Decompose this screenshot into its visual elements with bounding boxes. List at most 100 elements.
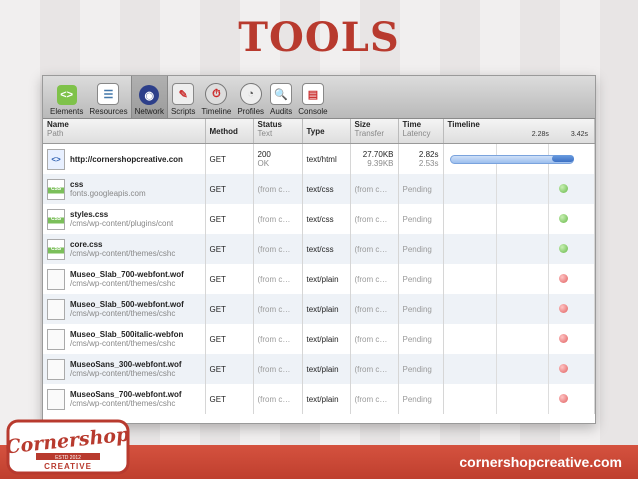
toolbar-profiles-button[interactable]: ◔ Profiles [234, 76, 267, 118]
timeline-icon: ⏱ [205, 83, 228, 105]
resource-name: core.css [70, 240, 103, 249]
status-error-icon [558, 334, 568, 343]
cell-timeline [443, 234, 595, 264]
cell-time: Pending [398, 324, 444, 354]
status-ok-icon [558, 184, 568, 193]
cell-name: CSS core.css/cms/wp-content/themes/cshc [43, 234, 206, 264]
audits-icon: 🔍 [270, 83, 293, 105]
cell-time: 2.82s 2.53s [398, 143, 444, 174]
table-row[interactable]: CSS css fonts.googleapis.com GET (from c… tex… [43, 174, 595, 204]
web-inspector-window: <> Elements ☰ Resources ◉ Network ✎ Scri… [42, 75, 596, 424]
table-row[interactable]: MuseoSans_700-webfont.wof/cms/wp-content… [43, 384, 595, 414]
cell-name: MuseoSans_700-webfont.wof/cms/wp-content… [43, 384, 206, 414]
cell-timeline [443, 143, 595, 174]
resource-name: MuseoSans_300-webfont.wof [70, 360, 182, 369]
cell-timeline [443, 384, 595, 414]
cell-type: text/plain [302, 354, 351, 384]
timeline-bar-fill [551, 155, 574, 162]
table-row[interactable]: Museo_Slab_500-webfont.wof/cms/wp-conten… [43, 294, 595, 324]
cell-status: (from c… [253, 264, 303, 294]
resource-name: styles.css [70, 210, 109, 219]
status-error-icon [558, 304, 568, 313]
profiles-icon: ◔ [239, 83, 262, 105]
toolbar-label: Elements [50, 107, 84, 116]
column-header-method[interactable]: Method [205, 119, 254, 144]
toolbar-label: Audits [270, 107, 293, 116]
css-file-icon: CSS [47, 208, 65, 230]
toolbar-label: Resources [89, 107, 128, 116]
cell-name: <> http://cornershopcreative.con [43, 143, 206, 174]
toolbar-scripts-button[interactable]: ✎ Scripts [168, 76, 198, 118]
cell-name: CSS styles.css/cms/wp-content/plugins/con… [43, 204, 206, 234]
resource-path: /cms/wp-content/themes/cshc [70, 399, 176, 408]
cell-type: text/css [302, 174, 351, 204]
table-row[interactable]: Museo_Slab_500italic-webfon/cms/wp-conte… [43, 324, 595, 354]
footer-url: cornershopcreative.com [459, 454, 622, 470]
cell-name: Museo_Slab_500-webfont.wof/cms/wp-conten… [43, 294, 206, 324]
cell-type: text/css [302, 204, 351, 234]
column-header-name[interactable]: Name Path [43, 119, 206, 144]
logo-est: ESTD 2012 [55, 455, 81, 461]
cell-time: Pending [398, 204, 444, 234]
file-icon [47, 298, 65, 320]
toolbar-timeline-button[interactable]: ⏱ Timeline [198, 76, 234, 118]
cell-size: (from c… [350, 294, 399, 324]
cell-type: text/plain [302, 294, 351, 324]
table-row[interactable]: <> http://cornershopcreative.con GET 200 OK t… [43, 143, 595, 174]
column-header-type[interactable]: Type [302, 119, 351, 144]
cell-timeline [443, 174, 595, 204]
cell-size: (from c… [350, 174, 399, 204]
toolbar-label: Console [298, 107, 328, 116]
toolbar-console-button[interactable]: ▤ Console [295, 76, 330, 118]
cell-size: (from c… [350, 264, 399, 294]
cell-name: Museo_Slab_700-webfont.wof/cms/wp-conten… [43, 264, 206, 294]
css-file-icon: CSS [47, 238, 65, 260]
cell-time: Pending [398, 384, 444, 414]
toolbar-resources-button[interactable]: ☰ Resources [86, 76, 130, 118]
toolbar-network-button[interactable]: ◉ Network [130, 76, 168, 118]
resource-name: css [70, 180, 84, 189]
cell-size: 27.70KB 9.39KB [350, 143, 399, 174]
network-table: Name Path Method Status Text Type Size Tran… [43, 119, 595, 414]
resource-path: fonts.googleapis.com [70, 189, 146, 198]
html-file-icon: <> [47, 148, 65, 170]
status-ok-icon [558, 244, 568, 253]
cell-timeline [443, 324, 595, 354]
cell-name: Museo_Slab_500italic-webfon/cms/wp-conte… [43, 324, 206, 354]
table-row[interactable]: CSS core.css/cms/wp-content/themes/cshc GE… [43, 234, 595, 264]
table-row[interactable]: CSS styles.css/cms/wp-content/plugins/con… [43, 204, 595, 234]
table-row[interactable]: MuseoSans_300-webfont.wof/cms/wp-content… [43, 354, 595, 384]
cell-method: GET [205, 174, 254, 204]
resource-path: /cms/wp-content/plugins/cont [70, 219, 174, 228]
toolbar-label: Network [134, 107, 164, 116]
toolbar-audits-button[interactable]: 🔍 Audits [267, 76, 295, 118]
cell-status: (from c… [253, 324, 303, 354]
toolbar-label: Scripts [170, 107, 196, 116]
resource-path: /cms/wp-content/themes/cshc [70, 309, 176, 318]
network-icon: ◉ [139, 85, 160, 105]
resource-name: MuseoSans_700-webfont.wof [70, 390, 182, 399]
status-error-icon [558, 394, 568, 403]
column-header-time[interactable]: Time Latency [398, 119, 444, 144]
inspector-toolbar: <> Elements ☰ Resources ◉ Network ✎ Scri… [43, 76, 595, 119]
file-icon [47, 328, 65, 350]
cell-status: (from c… [253, 204, 303, 234]
cell-type: text/plain [302, 264, 351, 294]
cell-method: GET [205, 234, 254, 264]
table-header: Name Path Method Status Text Type Size Tran… [43, 119, 595, 144]
column-header-status[interactable]: Status Text [253, 119, 303, 144]
cornershop-logo: Cornershop ESTD 2012 CREATIVE [6, 419, 130, 475]
cell-method: GET [205, 384, 254, 414]
toolbar-label: Profiles [237, 107, 265, 116]
cell-status: (from c… [253, 174, 303, 204]
column-header-timeline[interactable]: Timeline 2.28s 3.42s [443, 119, 595, 144]
toolbar-label: Timeline [201, 107, 232, 116]
file-icon [47, 388, 65, 410]
table-row[interactable]: Museo_Slab_700-webfont.wof/cms/wp-conten… [43, 264, 595, 294]
cell-timeline [443, 354, 595, 384]
slide-title: TOOLS [238, 14, 400, 61]
column-header-size[interactable]: Size Transfer [350, 119, 399, 144]
cell-method: GET [205, 294, 254, 324]
cell-method: GET [205, 324, 254, 354]
toolbar-elements-button[interactable]: <> Elements [47, 76, 86, 118]
